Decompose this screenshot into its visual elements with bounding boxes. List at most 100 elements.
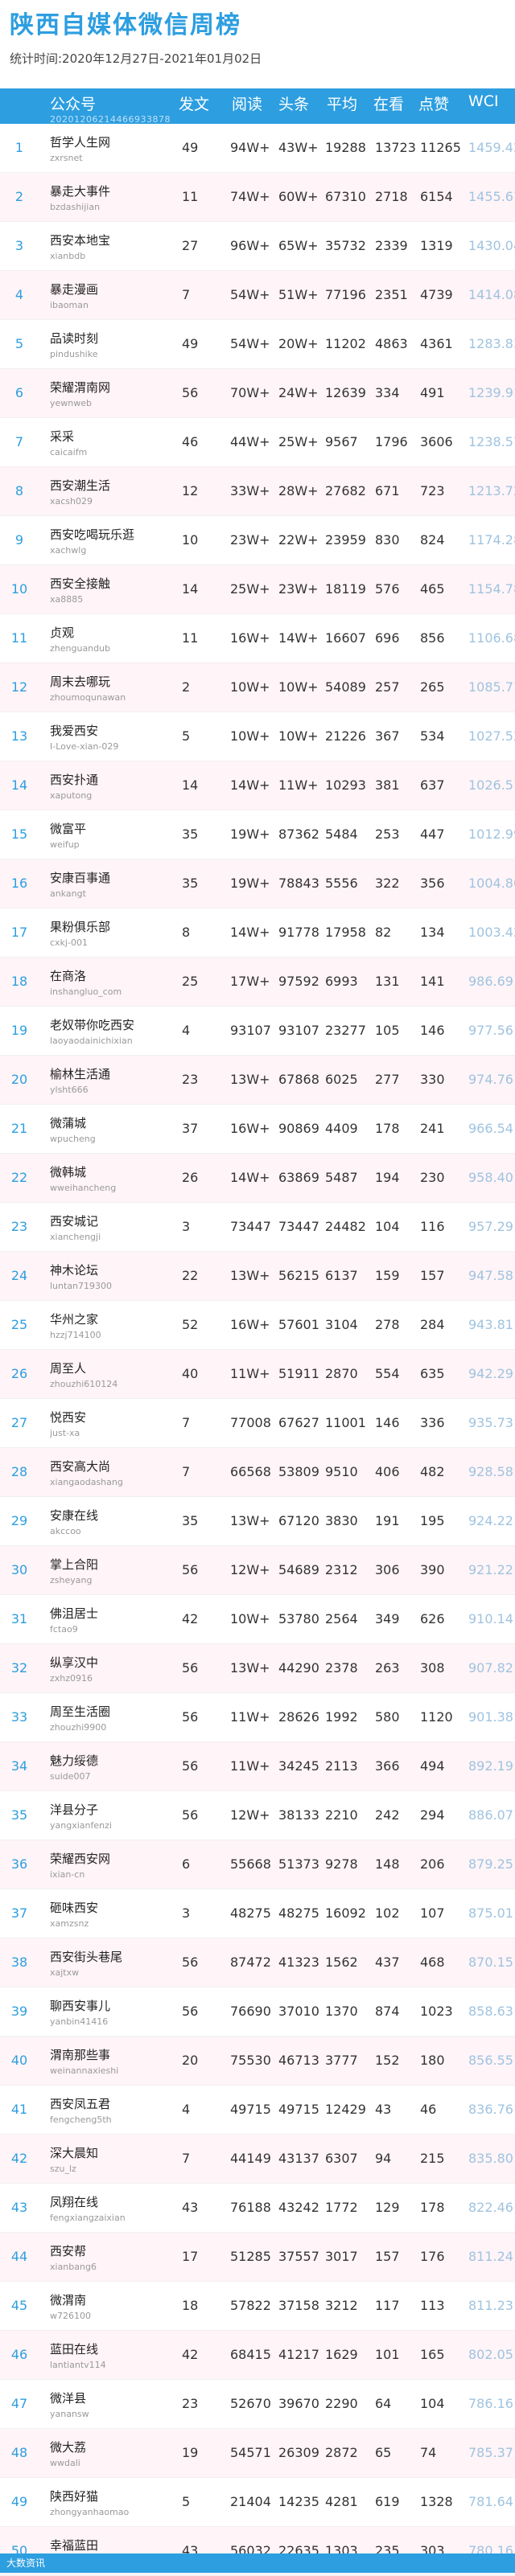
account-id: bzdashijian xyxy=(50,202,101,212)
watch-cell: 263 xyxy=(375,1660,400,1676)
watch-cell: 4863 xyxy=(375,336,408,351)
reads-cell: 19W+ xyxy=(230,827,270,842)
posts-cell: 27 xyxy=(182,238,199,253)
headline-cell: 41323 xyxy=(278,1955,319,1970)
avg-cell: 12429 xyxy=(325,2102,366,2117)
account-name: 掌上合阳 xyxy=(50,1557,99,1572)
posts-cell: 11 xyxy=(182,189,199,204)
likes-cell: 206 xyxy=(420,1856,445,1872)
table-row: 23 西安城记 xianchengji 3 73447 73447 24482 104 116 9… xyxy=(0,1203,515,1252)
likes-cell: 134 xyxy=(420,925,445,940)
headline-cell: 78843 xyxy=(278,876,319,891)
headline-cell: 51W+ xyxy=(278,287,319,302)
watch-cell: 191 xyxy=(375,1513,400,1528)
account-name: 西安帮 xyxy=(50,2244,87,2258)
account-name: 品读时刻 xyxy=(50,331,99,346)
likes-cell: 3606 xyxy=(420,434,453,449)
avg-cell: 11001 xyxy=(325,1415,366,1430)
wci-cell: 886.07 xyxy=(468,1807,513,1823)
wci-cell: 907.82 xyxy=(468,1660,513,1676)
watch-cell: 381 xyxy=(375,777,400,793)
wci-cell: 811.23 xyxy=(468,2298,513,2313)
headline-cell: 44290 xyxy=(278,1660,319,1676)
reads-cell: 87472 xyxy=(230,1955,271,1970)
table-row: 27 悦西安 just-xa 7 77008 67627 11001 146 336 935.73 xyxy=(0,1399,515,1448)
account-id: xa8885 xyxy=(50,594,84,605)
headline-cell: 87362 xyxy=(278,827,319,842)
ranking-table: 1 哲学人生网 zxrsnet 49 94W+ 43W+ 19288 13723 11265 14… xyxy=(0,124,515,2576)
headline-cell: 63869 xyxy=(278,1170,319,1185)
avg-cell: 24482 xyxy=(325,1219,366,1234)
wci-cell: 1106.68 xyxy=(468,630,515,646)
headline-cell: 37557 xyxy=(278,2249,319,2264)
wci-cell: 879.25 xyxy=(468,1856,513,1872)
avg-cell: 35732 xyxy=(325,238,366,253)
account-name: 周至人 xyxy=(50,1361,87,1376)
posts-cell: 43 xyxy=(182,2200,199,2215)
posts-cell: 10 xyxy=(182,532,199,548)
rank-cell: 6 xyxy=(14,385,24,400)
table-row: 36 荣耀西安网 ixian-cn 6 55668 51373 9278 148 206 879.… xyxy=(0,1840,515,1889)
avg-cell: 10293 xyxy=(325,777,366,793)
avg-cell: 2872 xyxy=(325,2445,358,2460)
avg-cell: 1562 xyxy=(325,1955,358,1970)
likes-cell: 157 xyxy=(420,1268,445,1283)
account-id: xamzsnz xyxy=(50,1918,89,1929)
headline-cell: 54689 xyxy=(278,1562,319,1577)
account-name: 洋县分子 xyxy=(50,1803,99,1817)
likes-cell: 491 xyxy=(420,385,445,400)
wci-cell: 875.01 xyxy=(468,1905,513,1921)
watch-cell: 580 xyxy=(375,1709,400,1725)
watch-cell: 148 xyxy=(375,1856,400,1872)
header-wci: WCI xyxy=(468,92,499,110)
account-id: luntan719300 xyxy=(50,1281,113,1291)
posts-cell: 35 xyxy=(182,827,199,842)
watch-cell: 13723 xyxy=(375,140,416,155)
reads-cell: 54W+ xyxy=(230,287,270,302)
account-name: 魅力绥德 xyxy=(50,1754,99,1768)
account-name: 神木论坛 xyxy=(50,1263,99,1278)
account-id: cxkj-001 xyxy=(50,937,88,948)
period-text: 统计时间:2020年12月27日-2021年01月02日 xyxy=(10,51,262,66)
rank-cell: 18 xyxy=(10,974,28,989)
rank-cell: 49 xyxy=(10,2494,28,2509)
rank-cell: 23 xyxy=(10,1219,28,1234)
avg-cell: 54089 xyxy=(325,679,366,695)
avg-cell: 16607 xyxy=(325,630,366,646)
account-name: 西安全接触 xyxy=(50,576,111,591)
posts-cell: 7 xyxy=(182,1464,191,1479)
reads-cell: 96W+ xyxy=(230,238,270,253)
wci-cell: 958.40 xyxy=(468,1170,513,1185)
reads-cell: 76188 xyxy=(230,2200,271,2215)
avg-cell: 67310 xyxy=(325,189,366,204)
avg-cell: 3777 xyxy=(325,2053,358,2068)
wci-cell: 966.54 xyxy=(468,1121,513,1136)
rank-cell: 45 xyxy=(10,2298,28,2313)
account-name: 西安高大尚 xyxy=(50,1459,111,1474)
reads-cell: 51285 xyxy=(230,2249,271,2264)
headline-cell: 25W+ xyxy=(278,434,319,449)
posts-cell: 20 xyxy=(182,2053,199,2068)
likes-cell: 336 xyxy=(420,1415,445,1430)
posts-cell: 49 xyxy=(182,336,199,351)
posts-cell: 23 xyxy=(182,2396,199,2411)
account-name: 凤翔在线 xyxy=(50,2195,99,2209)
headline-cell: 39670 xyxy=(278,2396,319,2411)
watch-cell: 576 xyxy=(375,581,400,597)
rank-cell: 4 xyxy=(14,287,24,302)
wci-cell: 802.05 xyxy=(468,2347,513,2362)
account-id: ibaoman xyxy=(50,300,89,310)
avg-cell: 2378 xyxy=(325,1660,358,1676)
account-name: 西安吃喝玩乐逛 xyxy=(50,527,135,542)
headline-cell: 38133 xyxy=(278,1807,319,1823)
account-name: 华州之家 xyxy=(50,1312,99,1327)
account-id: suide007 xyxy=(50,1771,91,1782)
account-name: 贞观 xyxy=(50,626,75,640)
likes-cell: 11265 xyxy=(420,140,461,155)
watch-cell: 105 xyxy=(375,1023,400,1038)
posts-cell: 7 xyxy=(182,287,191,302)
avg-cell: 5487 xyxy=(325,1170,358,1185)
rank-cell: 1 xyxy=(14,140,24,155)
headline-cell: 10W+ xyxy=(278,728,319,744)
account-id: hzzj714100 xyxy=(50,1330,101,1340)
